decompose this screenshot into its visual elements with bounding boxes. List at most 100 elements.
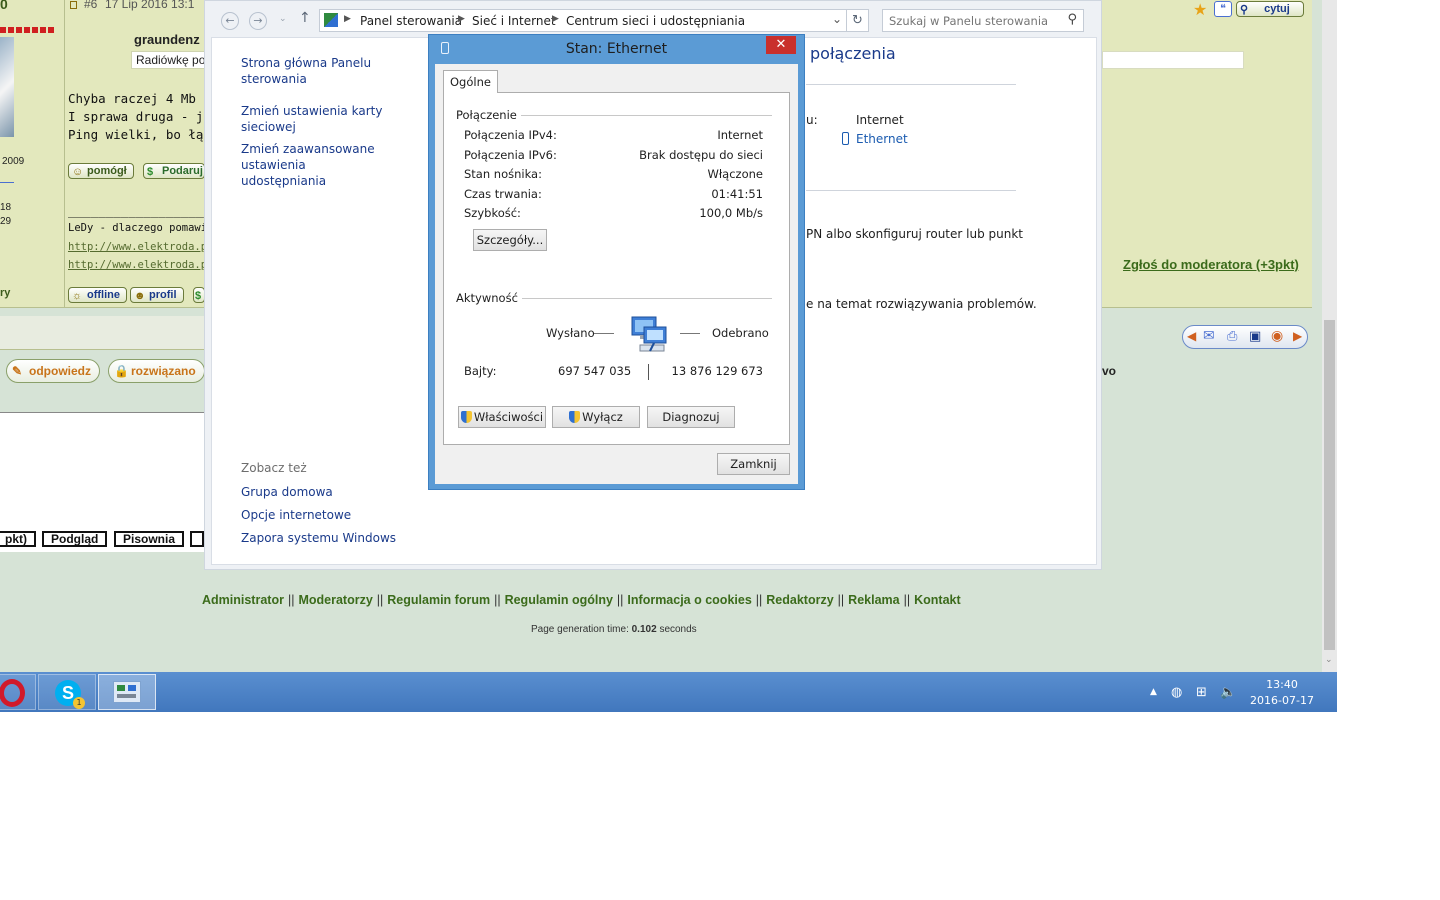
footer-link-advertising[interactable]: Reklama bbox=[848, 593, 899, 607]
see-also-internet-options[interactable]: Opcje internetowe bbox=[241, 507, 351, 523]
star-icon[interactable]: ★ bbox=[1193, 0, 1207, 19]
next-arrow-icon[interactable]: ▶ bbox=[1293, 329, 1302, 343]
footer-link-administrator[interactable]: Administrator bbox=[202, 593, 284, 607]
general-tab-panel: Połączenie Połączenia IPv4: Internet Poł… bbox=[443, 92, 790, 445]
side-rule bbox=[0, 182, 14, 183]
user-icon: ☻ bbox=[134, 290, 146, 302]
details-button[interactable]: Szczegóły... bbox=[473, 229, 547, 251]
dollar-icon: $ bbox=[147, 166, 154, 178]
close-icon[interactable]: ✕ bbox=[766, 36, 796, 54]
tab-general[interactable]: Ogólne bbox=[443, 70, 498, 93]
search-input[interactable] bbox=[883, 10, 1053, 31]
footer-separator: || bbox=[837, 593, 845, 607]
bytes-divider bbox=[648, 364, 649, 380]
taskbar-app-opera[interactable] bbox=[0, 674, 36, 710]
volume-icon[interactable]: 🔈 bbox=[1220, 685, 1236, 700]
breadcrumb-network-center[interactable]: Centrum sieci i udostępniania bbox=[566, 14, 745, 28]
footer-link-forum-rules[interactable]: Regulamin forum bbox=[387, 593, 490, 607]
see-also-firewall[interactable]: Zapora systemu Windows bbox=[241, 530, 396, 546]
report-moderator-link[interactable]: Zgłoś do moderatora (+3pkt) bbox=[1123, 257, 1299, 272]
back-icon[interactable]: ← bbox=[221, 12, 239, 30]
preview-button[interactable]: Podgląd bbox=[42, 531, 108, 547]
offline-status-button[interactable]: ☼ offline bbox=[68, 287, 127, 303]
profile-button[interactable]: ☻ profil bbox=[130, 287, 184, 303]
up-icon[interactable]: ↑ bbox=[299, 10, 311, 26]
history-dropdown-icon[interactable]: ⌄ bbox=[279, 14, 287, 24]
steam-icon[interactable]: ◍ bbox=[1171, 685, 1182, 700]
browser-scrollbar[interactable]: ⌄ bbox=[1322, 0, 1337, 672]
footer-link-contact[interactable]: Kontakt bbox=[914, 593, 961, 607]
breadcrumb-network-internet[interactable]: Sieć i Internet bbox=[472, 14, 556, 28]
diagnose-button[interactable]: Diagnozuj bbox=[647, 406, 735, 428]
target-icon[interactable]: ◉ bbox=[1271, 328, 1283, 344]
signature-link-2[interactable]: http://www.elektroda.pl/rt bbox=[68, 259, 205, 271]
uac-shield-icon bbox=[460, 411, 472, 423]
see-also-homegroup[interactable]: Grupa domowa bbox=[241, 484, 333, 500]
refresh-icon[interactable]: ↻ bbox=[847, 9, 869, 32]
taskbar-app-control-panel[interactable] bbox=[98, 674, 156, 710]
breadcrumb-control-panel[interactable]: Panel sterowania bbox=[360, 14, 462, 28]
sent-line bbox=[594, 333, 614, 334]
system-clock[interactable]: 13:40 2016-07-17 bbox=[1240, 677, 1324, 709]
troubleshoot-text: e na temat rozwiązywania problemów. bbox=[806, 297, 1037, 311]
breadcrumb-arrow-icon[interactable]: ▶ bbox=[552, 14, 559, 24]
post-column-divider bbox=[64, 0, 65, 308]
extra-button-partial[interactable] bbox=[190, 531, 204, 547]
disable-button[interactable]: Wyłącz bbox=[552, 406, 640, 428]
page-generation-time: Page generation time: 0.102 seconds bbox=[531, 624, 697, 635]
spellcheck-button[interactable]: Pisownia bbox=[114, 531, 185, 547]
section-divider bbox=[806, 84, 1016, 85]
received-label: Odebrano bbox=[712, 326, 769, 340]
address-bar[interactable]: ▶ Panel sterowania ▶ Sieć i Internet ▶ C… bbox=[319, 9, 847, 32]
sidebar-link-adapter-settings[interactable]: Zmień ustawienia karty sieciowej bbox=[241, 103, 391, 135]
mail-icon[interactable]: ✉ bbox=[1203, 328, 1215, 344]
prev-arrow-icon[interactable]: ◀ bbox=[1187, 329, 1196, 343]
signature-text: LeDy - dlaczego pomawias bbox=[68, 222, 205, 234]
solved-button[interactable]: 🔒 rozwiązano bbox=[108, 359, 205, 383]
side-vo: vo bbox=[1102, 364, 1117, 378]
sidebar-link-advanced-sharing[interactable]: Zmień zaawansowane ustawienia udostępnia… bbox=[241, 141, 391, 189]
group-divider bbox=[520, 115, 772, 116]
media-state-label: Stan nośnika: bbox=[464, 167, 542, 181]
quote-label: cytuj bbox=[1264, 3, 1290, 15]
quote-button[interactable]: ⚲ cytuj bbox=[1236, 1, 1304, 17]
donate-button[interactable]: $ Podaruj p bbox=[143, 163, 205, 179]
address-dropdown-icon[interactable]: ⌄ bbox=[832, 12, 842, 26]
breadcrumb-arrow-icon[interactable]: ▶ bbox=[458, 14, 465, 24]
scrollbar-thumb[interactable] bbox=[1324, 320, 1335, 650]
close-button[interactable]: Zamknij bbox=[717, 453, 790, 475]
footer-separator: || bbox=[616, 593, 624, 607]
signature-link-1[interactable]: http://www.elektroda.pl/rt bbox=[68, 241, 205, 253]
vpn-setup-text: PN albo skonfiguruj router lub punkt bbox=[806, 227, 1023, 241]
skype-notification-badge: 1 bbox=[73, 697, 85, 709]
ethernet-connection-link[interactable]: Ethernet bbox=[856, 132, 908, 146]
reply-button[interactable]: ✎ odpowiedz bbox=[6, 359, 100, 383]
search-icon[interactable]: ⚲ bbox=[1067, 12, 1077, 27]
show-hidden-icons-icon[interactable]: ▲ bbox=[1150, 687, 1157, 697]
opera-icon bbox=[0, 679, 25, 707]
footer-link-general-rules[interactable]: Regulamin ogólny bbox=[505, 593, 613, 607]
quote-mark-icon[interactable]: ❝ bbox=[1214, 1, 1232, 17]
access-type-value: Internet bbox=[856, 113, 904, 127]
footer-link-moderators[interactable]: Moderatorzy bbox=[298, 593, 372, 607]
footer-link-editors[interactable]: Redaktorzy bbox=[766, 593, 833, 607]
disable-label: Wyłącz bbox=[582, 410, 623, 424]
sidebar-link-home[interactable]: Strona główna Panelu sterowania bbox=[241, 55, 391, 87]
helped-button[interactable]: ☺ pomógł bbox=[68, 163, 134, 179]
sent-label: Wysłano bbox=[546, 326, 595, 340]
network-tray-icon[interactable]: ⊞ bbox=[1196, 685, 1207, 700]
save-icon[interactable]: ▣ bbox=[1249, 329, 1261, 344]
post-author[interactable]: graundenz bbox=[134, 32, 200, 47]
footer-link-cookies[interactable]: Informacja o cookies bbox=[627, 593, 751, 607]
breadcrumb-arrow-icon[interactable]: ▶ bbox=[344, 14, 351, 24]
search-box[interactable]: ⚲ bbox=[882, 9, 1084, 32]
submit-button-partial[interactable]: pkt) bbox=[0, 531, 36, 547]
scroll-down-icon[interactable]: ⌄ bbox=[1325, 655, 1333, 665]
speed-value: 100,0 Mb/s bbox=[699, 206, 763, 220]
print-icon[interactable]: ⎙ bbox=[1227, 329, 1237, 344]
properties-button[interactable]: Właściwości bbox=[458, 406, 546, 428]
duration-value: 01:41:51 bbox=[711, 187, 763, 201]
control-panel-icon bbox=[324, 13, 338, 27]
forward-icon[interactable]: → bbox=[249, 12, 267, 30]
taskbar-app-skype[interactable]: S 1 bbox=[38, 674, 96, 710]
